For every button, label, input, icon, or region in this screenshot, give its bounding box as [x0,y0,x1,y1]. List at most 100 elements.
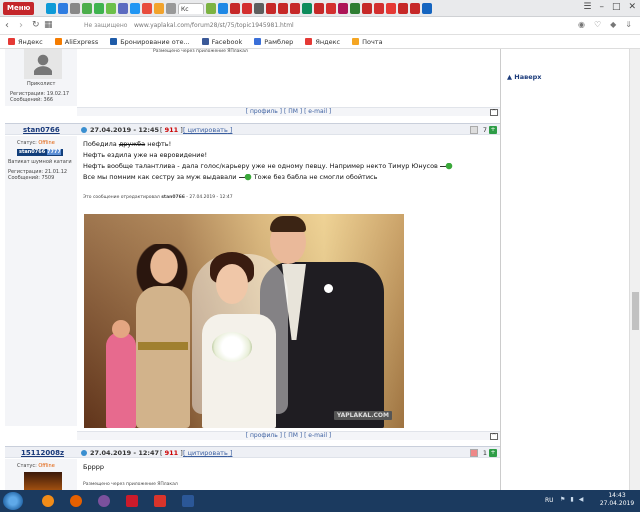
tab-8[interactable] [142,3,152,14]
tab-25[interactable] [374,3,384,14]
tab-21[interactable] [326,3,336,14]
browser-tab-bar: Меню Кс ☰ – □ ✕ [0,0,640,17]
tab-active[interactable]: Кс [178,3,204,14]
bookmark-label: Facebook [211,37,243,46]
user-rank-badge: stan0766 7777 [17,149,63,156]
quote-button[interactable]: [ цитировать ] [183,449,232,457]
bookmark-label: Почта [362,37,383,46]
browser-menu-button[interactable]: Меню [3,2,35,15]
taskbar-app-opera[interactable] [120,492,144,510]
tab-24[interactable] [362,3,372,14]
tab-12[interactable] [218,3,228,14]
taskbar-app-viber[interactable] [92,492,116,510]
tab-1[interactable] [58,3,68,14]
tab-13[interactable] [230,3,240,14]
forum-thread: Размещено через приложение ЯПлакал Прико… [5,49,500,490]
word-icon [182,495,194,507]
pm-link[interactable]: [ ПМ ] [284,108,302,115]
tab-19[interactable] [302,3,312,14]
clock-time: 14:43 [608,492,626,499]
close-icon[interactable]: ✕ [628,2,636,12]
tab-16[interactable] [266,3,276,14]
scrollbar-thumb[interactable] [632,292,639,330]
maximize-icon[interactable]: □ [612,2,621,12]
language-indicator[interactable]: RU [545,497,554,504]
pm-link[interactable]: [ ПМ ] [284,432,302,439]
tab-26[interactable] [386,3,396,14]
reload-icon[interactable]: ↻ [32,20,40,30]
grid-icon[interactable]: ▦ [44,20,53,30]
clock[interactable]: 14:43 27.04.2019 [598,492,636,508]
bookmark-4[interactable]: Рамблер [254,38,293,46]
tab-14[interactable] [242,3,252,14]
vote-plus-button[interactable]: + [489,449,497,457]
tab-5[interactable] [106,3,116,14]
tab-27[interactable] [398,3,408,14]
tab-22[interactable] [338,3,348,14]
email-link[interactable]: [ e-mail ] [304,432,331,439]
taskbar-app-app[interactable] [148,492,172,510]
clock-date: 27.04.2019 [599,500,635,507]
camera-icon[interactable]: ◉ [578,20,585,29]
tab-6[interactable] [118,3,128,14]
scroll-up-button[interactable]: ^ [490,433,498,440]
back-icon[interactable]: ‹ [5,20,9,31]
bookmark-2[interactable]: Бронирование оте... [110,38,190,46]
tab-17[interactable] [278,3,288,14]
tab-20[interactable] [314,3,324,14]
back-to-top-link[interactable]: ▲ Наверх [507,73,541,81]
volume-icon[interactable]: ◀ [579,496,584,503]
vote-minus-button[interactable] [470,126,478,134]
taskbar-app-vlc[interactable] [36,492,60,510]
tab-11[interactable] [206,3,216,14]
start-button[interactable] [3,492,23,510]
security-label[interactable]: Не защищено [84,22,127,29]
network-icon[interactable]: ▮ [570,496,573,503]
tab-28[interactable] [410,3,420,14]
post-author[interactable]: 15112008z [21,449,64,457]
minimize-icon[interactable]: – [599,2,604,12]
bookmark-favicon-icon [352,38,360,45]
tab-2[interactable] [70,3,80,14]
profile-link[interactable]: [ профиль ] [246,432,282,439]
post-author[interactable]: stan0766 [23,126,60,134]
post-rating[interactable]: [ 911 ] [160,449,183,457]
url-text[interactable]: www.yaplakal.com/forum28/st/75/topic1945… [134,22,294,29]
bookmark-tab-icon[interactable]: ☰ [583,2,591,12]
smiley-icon [238,173,252,181]
tab-15[interactable] [254,3,264,14]
tab-7[interactable] [130,3,140,14]
vertical-scrollbar[interactable] [629,49,640,490]
vote-plus-button[interactable]: + [489,126,497,134]
post-photo[interactable]: YAPLAKAL.COM [84,214,404,428]
bookmark-6[interactable]: Почта [352,37,383,46]
vote-minus-button[interactable] [470,449,478,457]
tab-23[interactable] [350,3,360,14]
flag-icon[interactable]: ⚑ [560,496,565,503]
extension-icon[interactable]: ◆ [610,20,616,29]
app-icon [154,495,166,507]
vlc-icon [42,495,54,507]
taskbar-app-firefox[interactable] [64,492,88,510]
post-rating[interactable]: [ 911 ] [160,126,183,134]
bookmark-5[interactable]: Яндекс [305,38,340,46]
bookmark-3[interactable]: Facebook [201,37,243,46]
email-link[interactable]: [ e-mail ] [304,108,331,115]
tab-0[interactable] [46,3,56,14]
taskbar-app-word[interactable] [176,492,200,510]
tab-3[interactable] [82,3,92,14]
profile-link[interactable]: [ профиль ] [246,108,282,115]
post-line-2: Нефть ездила уже на евровидение! [83,151,208,159]
heart-icon[interactable]: ♡ [594,20,601,29]
download-icon[interactable]: ⇓ [625,20,632,29]
tab-9[interactable] [154,3,164,14]
tab-4[interactable] [94,3,104,14]
tab-18[interactable] [290,3,300,14]
tab-29[interactable] [422,3,432,14]
tab-10[interactable] [166,3,176,14]
forward-icon[interactable]: › [19,20,23,31]
quote-button[interactable]: [ цитировать ] [183,126,232,134]
bookmark-0[interactable]: Яндекс [8,38,43,46]
scroll-up-button[interactable]: ^ [490,109,498,116]
bookmark-1[interactable]: AliExpress [54,38,98,46]
